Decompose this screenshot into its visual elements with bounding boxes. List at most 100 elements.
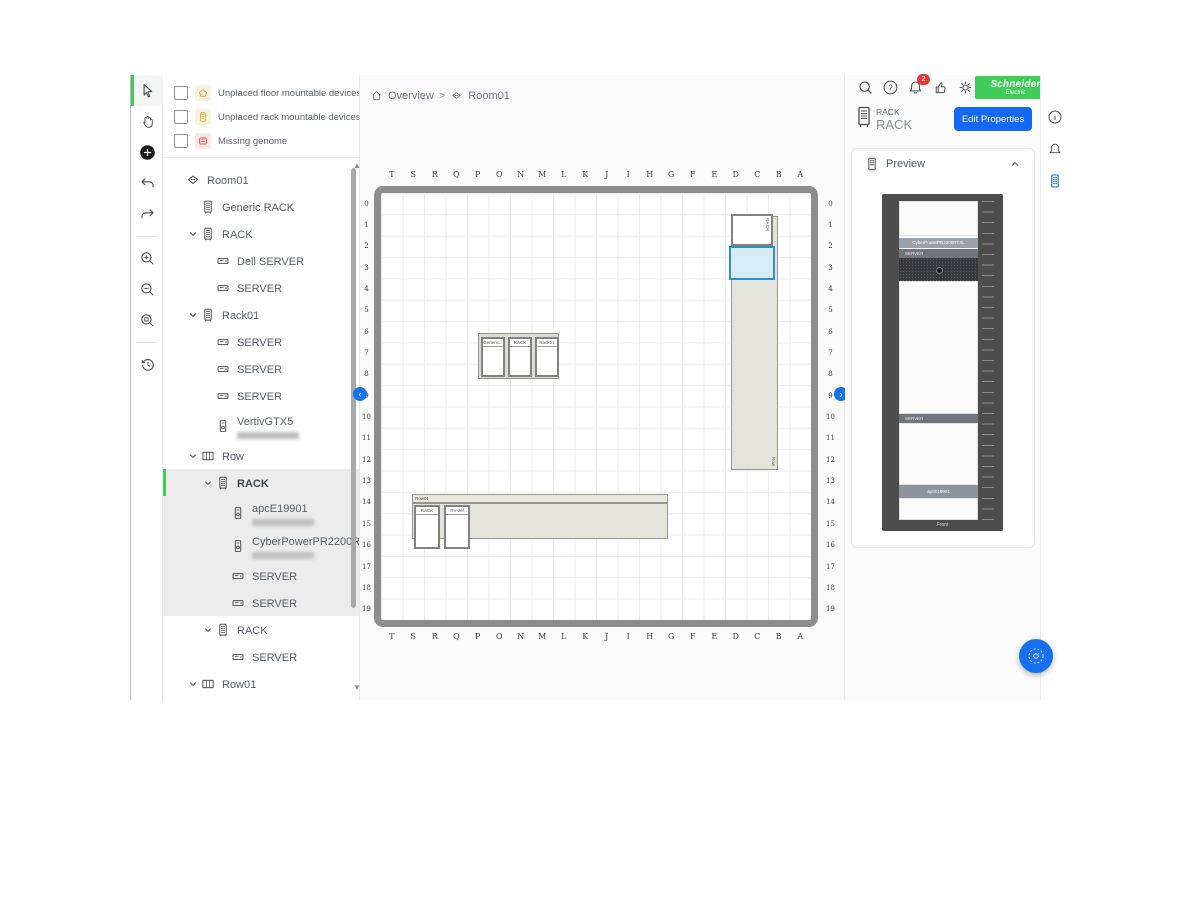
- zoom-fit-button[interactable]: [131, 305, 163, 336]
- redo-button[interactable]: [131, 199, 163, 230]
- tree-item-server[interactable]: SERVER: [163, 382, 359, 409]
- tree-item-rack[interactable]: RACK: [163, 616, 359, 643]
- server-icon: [230, 595, 246, 611]
- preview-unit-server1: SERVER: [899, 249, 978, 258]
- redacted-address: [252, 519, 314, 526]
- settings-icon[interactable]: [957, 79, 974, 96]
- axis-label: I: [618, 170, 640, 182]
- rack-object-selected[interactable]: [729, 246, 775, 280]
- chevron-down-icon[interactable]: [186, 227, 200, 241]
- axis-label: 15: [360, 513, 373, 534]
- chevron-down-icon[interactable]: [186, 677, 200, 691]
- axis-label: L: [553, 632, 575, 644]
- assistant-fab[interactable]: [1019, 639, 1053, 673]
- axis-label: 3: [360, 257, 373, 278]
- row01-rack-1[interactable]: RACK: [414, 505, 440, 549]
- tree-item-generic-rack[interactable]: Generic RACK: [163, 193, 359, 220]
- axis-label: J: [596, 632, 618, 644]
- row01-header[interactable]: Row01: [412, 494, 668, 503]
- notifications-icon[interactable]: 2: [907, 79, 924, 96]
- rack-cluster[interactable]: Generic...RACKRack01: [478, 333, 559, 379]
- pan-tool[interactable]: [131, 106, 163, 137]
- axis-label: R: [424, 632, 446, 644]
- tree-item-server[interactable]: SERVER: [163, 274, 359, 301]
- zoom-out-button[interactable]: [131, 274, 163, 305]
- tree-item-row[interactable]: Row: [163, 442, 359, 469]
- chevron-spacer: [216, 596, 230, 610]
- home-icon: [370, 89, 383, 102]
- edit-properties-button[interactable]: Edit Properties: [954, 107, 1032, 131]
- info-tab[interactable]: [1041, 103, 1069, 131]
- rack-view-tab[interactable]: [1041, 167, 1069, 195]
- axis-label: H: [639, 632, 661, 644]
- tree-item-server[interactable]: SERVER: [163, 562, 359, 589]
- axis-label: 1: [360, 214, 373, 235]
- filter-row[interactable]: Missing genome: [163, 129, 359, 153]
- filter-row[interactable]: Unplaced rack mountable devices: [163, 105, 359, 129]
- chevron-spacer: [201, 389, 215, 403]
- tree-item-rack[interactable]: RACK: [163, 469, 359, 496]
- chevron-spacer: [216, 650, 230, 664]
- tree-item-server[interactable]: SERVER: [163, 328, 359, 355]
- zoom-out-icon: [139, 281, 156, 298]
- tree-item-label: SERVER: [237, 364, 282, 376]
- breadcrumb-room[interactable]: Room01: [468, 90, 510, 102]
- chevron-down-icon[interactable]: [201, 476, 215, 490]
- collapse-preview-icon[interactable]: [1008, 157, 1022, 171]
- rack-object-1[interactable]: Generic...: [481, 337, 505, 377]
- tree-item-rack[interactable]: RACK: [163, 220, 359, 247]
- filter-checkbox[interactable]: [174, 134, 188, 148]
- tree-item-vertivgtx5[interactable]: VertivGTX5: [163, 409, 359, 442]
- axis-label: S: [403, 632, 425, 644]
- axis-label: G: [661, 170, 683, 182]
- filter-checkbox[interactable]: [174, 86, 188, 100]
- search-icon[interactable]: [857, 79, 874, 96]
- tree-item-server[interactable]: SERVER: [163, 643, 359, 670]
- axis-label: F: [682, 170, 704, 182]
- axis-label: K: [575, 632, 597, 644]
- chevron-down-icon[interactable]: [201, 623, 215, 637]
- rack-object-top[interactable]: RACK: [731, 214, 773, 246]
- feedback-icon[interactable]: [932, 79, 949, 96]
- tree-item-apce19901[interactable]: apcE19901: [163, 496, 359, 529]
- axis-label: C: [747, 170, 769, 182]
- tree-item-cyberpowerpr2200r-[interactable]: CyberPowerPR2200R...: [163, 529, 359, 562]
- tree-item-dell-server[interactable]: Dell SERVER: [163, 247, 359, 274]
- history-button[interactable]: [131, 349, 163, 380]
- zoom-in-button[interactable]: [131, 243, 163, 274]
- tree-item-rack01[interactable]: Rack01: [163, 301, 359, 328]
- add-tool[interactable]: [131, 137, 163, 168]
- row01-rack-2[interactable]: RV-Jef: [444, 505, 470, 549]
- breadcrumb-overview[interactable]: Overview: [388, 90, 434, 102]
- tree-item-label: SERVER: [237, 283, 282, 295]
- tree-item-room01[interactable]: Room01: [163, 166, 359, 193]
- tree-item-server[interactable]: SERVER: [163, 355, 359, 382]
- chevron-down-icon[interactable]: [186, 449, 200, 463]
- floorplan-canvas[interactable]: Overview > Room01 TSRQPONMLKJIHGFEDCBA 0…: [360, 75, 845, 700]
- app-window: Unplaced floor mountable devices Unplaced…: [0, 0, 1200, 900]
- filter-label: Unplaced floor mountable devices: [218, 88, 360, 99]
- axis-label: O: [489, 170, 511, 182]
- chevron-down-icon[interactable]: [186, 308, 200, 322]
- axis-label: D: [725, 632, 747, 644]
- filter-checkbox[interactable]: [174, 110, 188, 124]
- rack-object-label: RACK: [765, 218, 770, 232]
- tree-item-server[interactable]: SERVER: [163, 589, 359, 616]
- axis-label: R: [424, 170, 446, 182]
- chevron-spacer: [216, 569, 230, 583]
- axis-label: 17: [824, 556, 837, 577]
- axis-label: 4: [360, 278, 373, 299]
- rack-preview-image: CyberPowerPR2200RTXL SERVER SERVER apcE1…: [882, 194, 1003, 531]
- rack-object-2[interactable]: RACK: [508, 337, 532, 377]
- server-icon: [230, 568, 246, 584]
- alarms-tab[interactable]: [1041, 135, 1069, 163]
- filter-row[interactable]: Unplaced floor mountable devices: [163, 81, 359, 105]
- rack-icon: [200, 226, 216, 242]
- rack-object-3[interactable]: Rack01: [535, 337, 559, 377]
- help-icon[interactable]: ?: [882, 79, 899, 96]
- axis-label: 6: [360, 321, 373, 342]
- undo-button[interactable]: [131, 168, 163, 199]
- select-tool[interactable]: [131, 75, 163, 106]
- tree-item-row01[interactable]: Row01: [163, 670, 359, 697]
- pan-left-button[interactable]: ‹: [353, 387, 367, 401]
